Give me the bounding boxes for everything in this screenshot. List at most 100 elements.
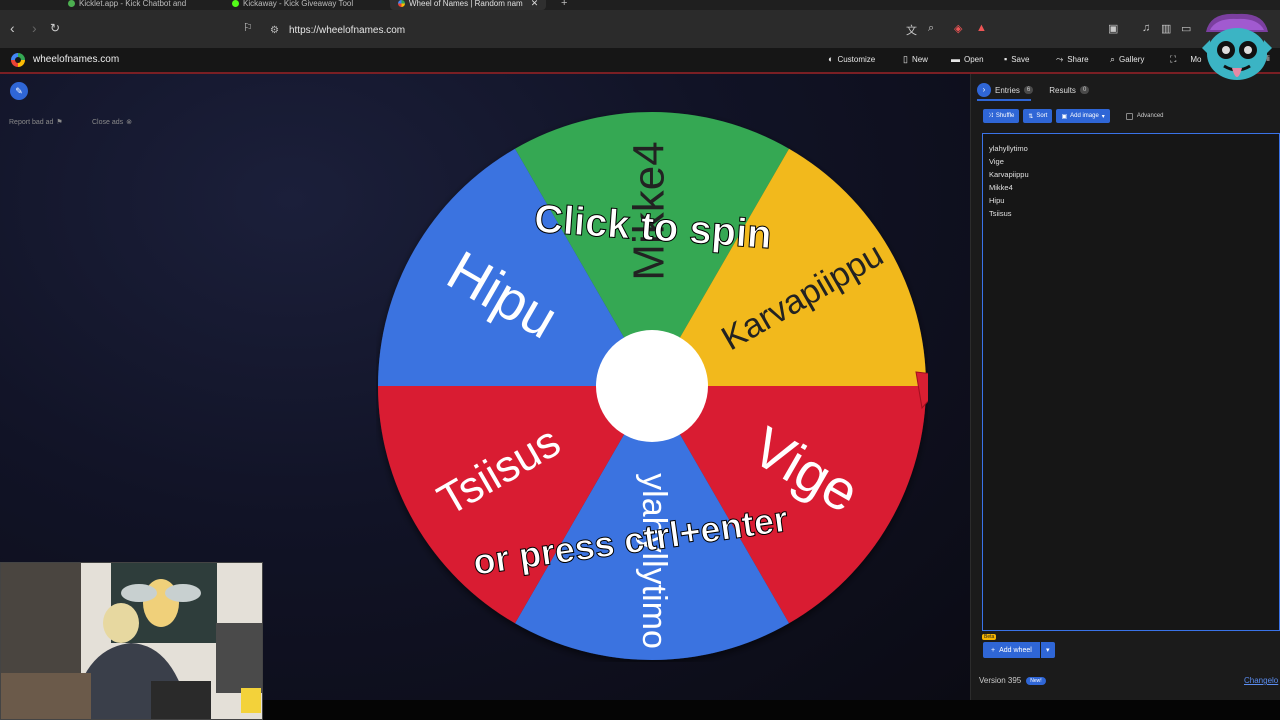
media-icon[interactable]: ♫ [1142,22,1150,34]
wheel-segment-label: ylahyllytimo [635,473,673,649]
version-info: Version 395 New! [979,676,1046,685]
file-icon: ▯ [903,54,908,64]
bookmark-icon[interactable]: ⚐ [243,21,253,35]
wallet-icon[interactable]: ▭ [1181,22,1191,35]
add-image-label: Add image [1070,113,1099,119]
menu-gallery[interactable]: ⌕ Gallery [1110,54,1144,65]
share-icon: ⤳ [1056,54,1064,64]
site-name[interactable]: wheelofnames.com [33,54,119,65]
reload-icon[interactable]: ↻ [50,21,60,35]
sort-button[interactable]: ⇅ Sort [1023,109,1053,123]
screen: Kicklet.app - Kick Chatbot and Kickaway … [0,0,1280,720]
add-wheel-dropdown[interactable]: ▾ [1040,642,1055,658]
kickaway-favicon-icon [232,0,239,7]
advanced-toggle[interactable]: Advanced [1125,112,1164,120]
sort-icon: ⇅ [1028,113,1034,120]
entries-textarea[interactable]: ylahyllytimo Vige Karvapiippu Mikke4 Hipu Tsi… [982,133,1280,631]
wheel-favicon-icon [398,0,405,7]
changelog-link[interactable]: Changelo [1244,676,1278,685]
brave-shield-icon[interactable]: ◈ [954,22,962,35]
tab-entries-label: Entries [995,85,1020,95]
wheel-center-hub[interactable] [596,330,708,442]
close-ads-link[interactable]: Close ads ⊗ [92,118,133,127]
palette-icon: ◐ [828,54,834,64]
menu-customize[interactable]: ◐ Customize [828,54,875,64]
menu-label: Open [964,54,984,64]
menu-label: New [911,55,928,64]
tab-wheel-of-names[interactable]: Wheel of Names | Random nam ✕ [390,0,547,10]
back-icon[interactable]: ‹ [10,21,15,35]
entry-line: Hipu [989,196,1005,205]
tab-entries[interactable]: › Entries 6 [977,83,1034,97]
tab-results[interactable]: Results 0 [1049,85,1090,95]
address-bar[interactable]: ⚙ https://wheelofnames.com [262,17,1002,43]
translate-icon[interactable]: 文 [906,22,917,38]
report-ad-label: Report bad ad [9,118,54,126]
entries-panel: › Entries 6 Results 0 ⤨ Shuffle ⇅ Sort ▣… [970,74,1280,700]
chevron-down-icon: ▾ [1101,113,1105,120]
entries-count-badge: 6 [1023,86,1034,94]
active-tab-indicator [977,99,1031,101]
extensions-icon[interactable]: ▣ [1108,22,1118,35]
bottom-bar [263,700,1280,720]
url-text: https://wheelofnames.com [288,24,406,36]
search-icon: ⌕ [1110,54,1116,64]
site-header: wheelofnames.com ◐ Customize ▯ New ▬ Ope… [0,48,1280,74]
fullscreen-icon: ⛶ [1170,54,1177,64]
zoom-icon[interactable]: ⌕ [928,22,934,35]
results-count-badge: 0 [1079,86,1090,94]
menu-share[interactable]: ⤳ Share [1056,54,1089,65]
add-image-button[interactable]: ▣ Add image ▾ [1056,109,1110,123]
entry-line: Mikke4 [989,183,1013,192]
webcam-image [1,563,262,719]
collapse-chevron-icon[interactable]: › [977,83,991,97]
close-circle-icon: ⊗ [126,119,133,126]
shuffle-label: Shuffle [995,113,1015,119]
chevron-down-icon: ▾ [1046,647,1050,654]
add-wheel-control: Beta + Add wheel ▾ [982,634,1055,658]
wheel-svg[interactable]: Mikke4KarvapiippuVigeylahyllytimoTsiisus… [376,110,928,662]
entries-toolbar: ⤨ Shuffle ⇅ Sort ▣ Add image ▾ Advanced [983,109,1164,123]
image-icon: ▣ [1061,113,1068,120]
folder-icon: ▬ [951,54,960,64]
add-wheel-label: Add wheel [999,646,1032,654]
streamer-avatar-overlay [1196,10,1278,90]
browser-toolbar: ‹ › ↻ ⚐ ⚙ https://wheelofnames.com 文 ⌕ ◈… [0,10,1280,48]
kicklet-favicon-icon [68,0,75,7]
cartoon-mascot-icon [1202,13,1272,80]
beta-badge: Beta [982,634,997,640]
advanced-label: Advanced [1136,113,1164,119]
close-tab-icon[interactable]: ✕ [531,0,539,9]
tab-kickaway[interactable]: Kickaway - Kick Giveaway Tool [232,0,353,10]
new-tab-icon[interactable]: + [561,0,567,9]
add-wheel-button[interactable]: Beta + Add wheel [982,634,1040,658]
menu-open[interactable]: ▬ Open [951,54,984,64]
webcam-feed [0,562,263,720]
flag-icon: ⚑ [56,119,63,126]
report-bad-ad-link[interactable]: Report bad ad ⚑ [9,118,63,127]
tab-label: Kicklet.app - Kick Chatbot and [79,0,187,8]
edit-pencil-icon[interactable]: ✎ [10,82,28,100]
panel-tabs: › Entries 6 Results 0 [971,82,1090,98]
menu-new[interactable]: ▯ New [903,54,928,65]
brave-rewards-icon[interactable]: ▲ [976,22,987,34]
forward-icon[interactable]: › [32,21,37,35]
close-ads-label: Close ads [92,118,124,126]
tab-kicklet[interactable]: Kicklet.app - Kick Chatbot and [68,0,186,10]
version-text: Version 395 [979,676,1022,685]
entry-line: Tsiisus [989,209,1012,218]
wheel-logo-icon[interactable] [11,53,25,67]
site-settings-icon[interactable]: ⚙ [270,25,279,36]
advanced-checkbox[interactable] [1125,112,1133,120]
save-icon: ▪ [1004,54,1008,64]
new-badge: New! [1026,676,1046,685]
sidebar-icon[interactable]: ▥ [1161,22,1171,35]
menu-save[interactable]: ▪ Save [1004,54,1029,64]
tab-results-label: Results [1049,85,1076,95]
spin-wheel[interactable]: Mikke4 Karvapiippu Vige ylahyllytimo Tsiisus… [376,110,928,662]
browser-tab-strip: Kicklet.app - Kick Chatbot and Kickaway … [0,0,1280,10]
shuffle-button[interactable]: ⤨ Shuffle [983,109,1020,123]
menu-label: Customize [837,54,876,64]
sort-label: Sort [1036,113,1048,119]
entry-line: Karvapiippu [989,170,1029,179]
